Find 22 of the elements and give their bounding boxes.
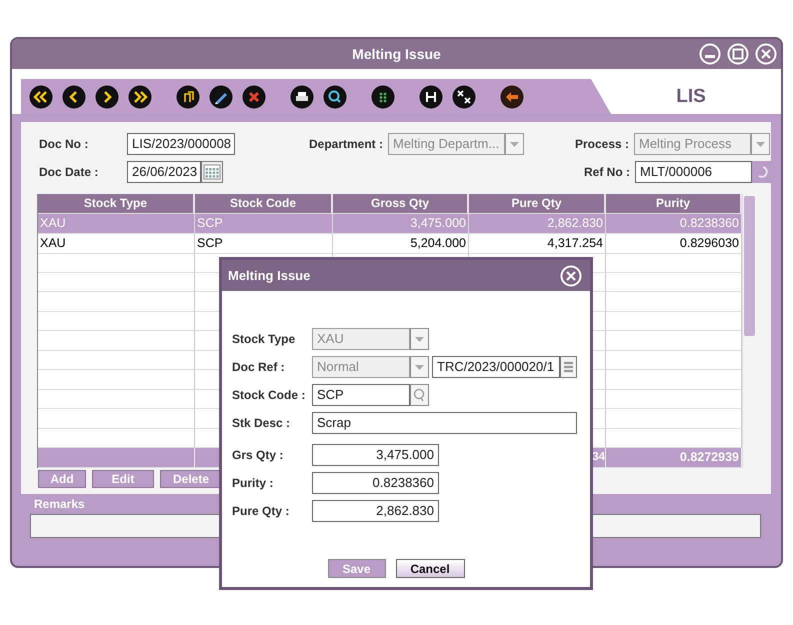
- field-label: Process :: [574, 137, 630, 151]
- table-cell: 3,475.000: [333, 214, 469, 234]
- field-label: Grs Qty :: [232, 448, 284, 462]
- table-cell: 5,204.000: [333, 234, 469, 254]
- field-label: Stk Desc :: [232, 416, 292, 430]
- table-cell: SCP: [195, 214, 333, 234]
- field-label: Purity :: [232, 476, 274, 490]
- field-label: Doc Ref :: [232, 360, 286, 374]
- window-title: Melting Issue: [352, 46, 441, 62]
- field-label: Department :: [308, 137, 384, 151]
- table-cell: 4,317.254: [469, 234, 606, 254]
- table-cell: XAU: [38, 234, 195, 254]
- field-label: Ref No :: [583, 165, 631, 179]
- dialog-title: Melting Issue: [228, 268, 310, 283]
- field-label: Doc Date :: [39, 165, 100, 179]
- field-label: Stock Code :: [232, 388, 306, 402]
- field-label: Doc No :: [39, 137, 90, 151]
- table-cell: 2,862.830: [469, 214, 606, 234]
- field-label: Pure Qty :: [232, 504, 290, 518]
- table-cell: SCP: [195, 234, 333, 254]
- table-cell: XAU: [38, 214, 195, 234]
- field-label: Stock Type: [232, 332, 296, 346]
